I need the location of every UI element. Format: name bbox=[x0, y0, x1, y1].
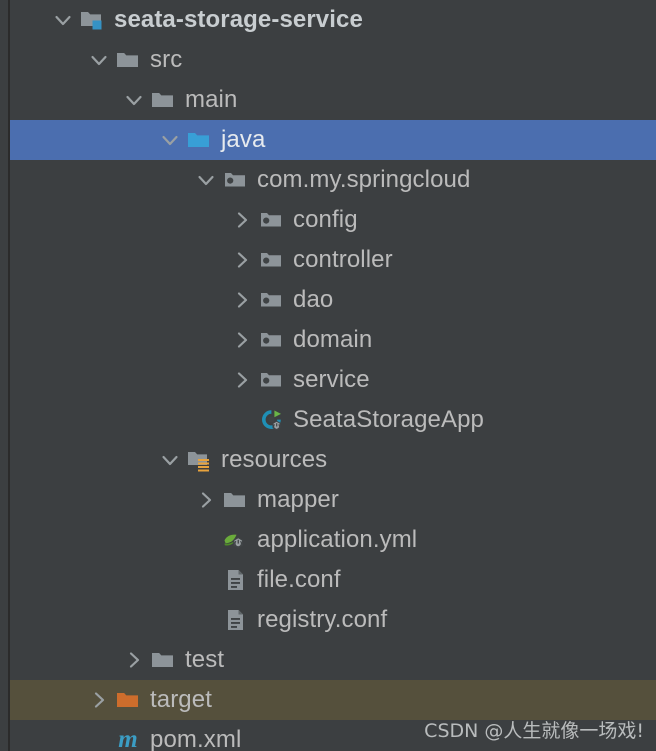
tree-node-label: resources bbox=[221, 446, 328, 473]
tree-node-label: main bbox=[185, 86, 238, 113]
module-folder-icon bbox=[76, 0, 108, 40]
folder-icon bbox=[219, 480, 251, 520]
chevron-right-icon[interactable] bbox=[229, 280, 255, 320]
tree-row[interactable]: dao bbox=[0, 280, 656, 320]
panel-gutter-divider bbox=[8, 0, 10, 751]
tree-row[interactable]: controller bbox=[0, 240, 656, 280]
source-root-folder-icon bbox=[183, 120, 215, 160]
tree-node-label: controller bbox=[293, 246, 393, 273]
tree-row[interactable]: service bbox=[0, 360, 656, 400]
tree-no-arrow bbox=[193, 600, 219, 640]
panel-left-strip bbox=[0, 0, 8, 751]
tree-node-label: mapper bbox=[257, 486, 339, 513]
tree-node-label: service bbox=[293, 366, 370, 393]
tree-row[interactable]: com.my.springcloud bbox=[0, 160, 656, 200]
tree-row[interactable]: java bbox=[0, 120, 656, 160]
tree-node-label: dao bbox=[293, 286, 334, 313]
tree-row[interactable]: config bbox=[0, 200, 656, 240]
tree-node-label: src bbox=[150, 46, 183, 73]
tree-node-label: application.yml bbox=[257, 526, 418, 553]
maven-file-icon: m bbox=[118, 726, 138, 751]
chevron-down-icon[interactable] bbox=[121, 80, 147, 120]
folder-icon bbox=[147, 640, 179, 680]
tree-no-arrow bbox=[229, 400, 255, 440]
tree-row[interactable]: m pom.xml bbox=[0, 720, 656, 751]
chevron-right-icon[interactable] bbox=[229, 240, 255, 280]
tree-no-arrow bbox=[193, 560, 219, 600]
tree-no-arrow bbox=[86, 720, 112, 751]
tree-node-label: config bbox=[293, 206, 358, 233]
tree-row[interactable]: resources bbox=[0, 440, 656, 480]
folder-icon bbox=[112, 40, 144, 80]
tree-node-label: registry.conf bbox=[257, 606, 388, 633]
tree-row[interactable]: seata-storage-service bbox=[0, 0, 656, 40]
chevron-down-icon[interactable] bbox=[157, 440, 183, 480]
tree-row[interactable]: mapper bbox=[0, 480, 656, 520]
tree-row[interactable]: test bbox=[0, 640, 656, 680]
project-tree[interactable]: seata-storage-service src main java com.my.s… bbox=[0, 0, 656, 751]
chevron-right-icon[interactable] bbox=[121, 640, 147, 680]
tree-node-label: SeataStorageApp bbox=[293, 406, 484, 433]
tree-node-label: com.my.springcloud bbox=[257, 166, 471, 193]
tree-row[interactable]: src bbox=[0, 40, 656, 80]
chevron-right-icon[interactable] bbox=[229, 320, 255, 360]
config-file-icon bbox=[219, 600, 251, 640]
spring-yaml-file-icon bbox=[219, 520, 251, 560]
tree-node-label: test bbox=[185, 646, 225, 673]
package-icon bbox=[255, 240, 287, 280]
chevron-right-icon[interactable] bbox=[229, 360, 255, 400]
tree-node-label: java bbox=[221, 126, 266, 153]
tree-node-label: file.conf bbox=[257, 566, 341, 593]
chevron-right-icon[interactable] bbox=[193, 480, 219, 520]
package-icon bbox=[255, 360, 287, 400]
tree-row[interactable]: file.conf bbox=[0, 560, 656, 600]
excluded-folder-icon bbox=[112, 680, 144, 720]
tree-row[interactable]: application.yml bbox=[0, 520, 656, 560]
tree-row[interactable]: SeataStorageApp bbox=[0, 400, 656, 440]
tree-node-label: seata-storage-service bbox=[114, 6, 363, 33]
project-tree-panel[interactable]: seata-storage-service src main java com.my.s… bbox=[0, 0, 656, 751]
resources-root-folder-icon bbox=[183, 440, 215, 480]
package-icon bbox=[255, 200, 287, 240]
tree-node-label: domain bbox=[293, 326, 373, 353]
tree-row[interactable]: registry.conf bbox=[0, 600, 656, 640]
tree-row[interactable]: main bbox=[0, 80, 656, 120]
chevron-down-icon[interactable] bbox=[193, 160, 219, 200]
chevron-down-icon[interactable] bbox=[86, 40, 112, 80]
tree-row[interactable]: domain bbox=[0, 320, 656, 360]
chevron-down-icon[interactable] bbox=[157, 120, 183, 160]
package-icon bbox=[219, 160, 251, 200]
tree-no-arrow bbox=[193, 520, 219, 560]
tree-row[interactable]: target bbox=[0, 680, 656, 720]
folder-icon bbox=[147, 80, 179, 120]
package-icon bbox=[255, 280, 287, 320]
package-icon bbox=[255, 320, 287, 360]
tree-node-label: pom.xml bbox=[150, 726, 242, 751]
spring-boot-main-class-icon bbox=[255, 400, 287, 440]
chevron-right-icon[interactable] bbox=[229, 200, 255, 240]
chevron-right-icon[interactable] bbox=[86, 680, 112, 720]
tree-node-label: target bbox=[150, 686, 212, 713]
config-file-icon bbox=[219, 560, 251, 600]
chevron-down-icon[interactable] bbox=[50, 0, 76, 40]
